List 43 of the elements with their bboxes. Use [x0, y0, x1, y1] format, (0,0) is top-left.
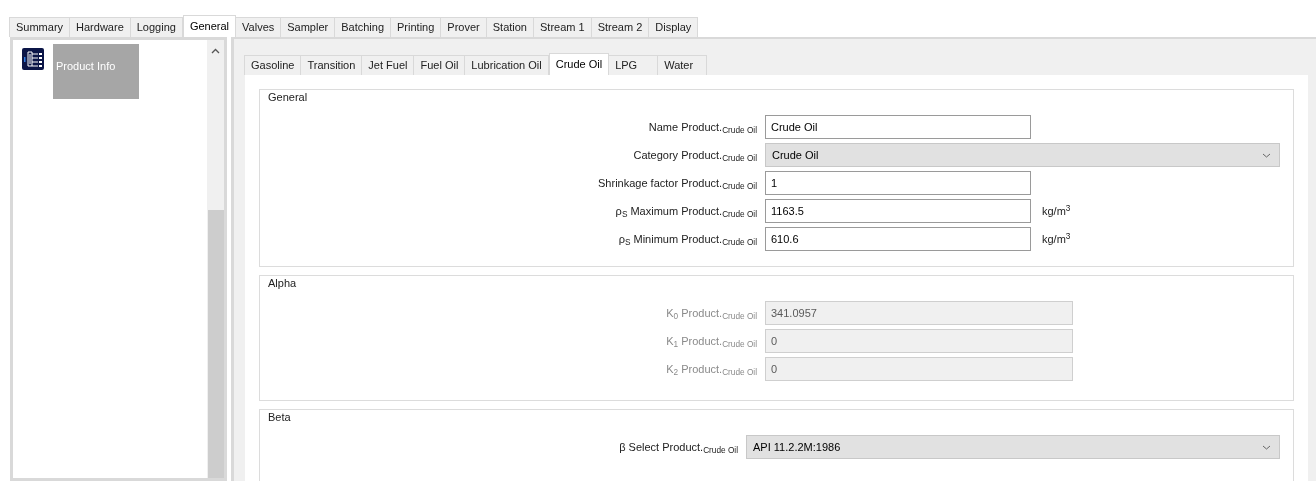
tab[interactable]: Prover [440, 17, 487, 37]
input-field[interactable]: 610.6 [765, 227, 1031, 251]
chevron-down-icon [1262, 152, 1271, 158]
tab[interactable]: Lubrication Oil [464, 55, 549, 75]
field-label: β Select Product.$_{Crude Oil}$ [618, 439, 739, 456]
dropdown[interactable]: Crude Oil [765, 143, 1280, 167]
input-field[interactable]: Crude Oil [765, 115, 1031, 139]
scrollbar-thumb[interactable] [207, 210, 224, 478]
field-label: Name Product.$_{Crude Oil}$ [647, 119, 758, 136]
unit-label: kg/m$^{3}$ [1042, 230, 1071, 247]
tab[interactable]: Valves [235, 17, 282, 37]
field-label: ρ$_{S}$ Minimum Product.$_{Crude Oil}$ [617, 231, 758, 248]
unit-label: kg/m$^{3}$ [1042, 202, 1071, 219]
tab[interactable]: Station [485, 17, 534, 37]
tab[interactable]: Water [657, 55, 708, 75]
chevron-down-icon [1262, 444, 1271, 450]
input-field[interactable]: 1 [765, 171, 1031, 195]
group-title: Beta [268, 410, 292, 425]
tab[interactable]: Display [648, 17, 699, 37]
field-label: Category Product.$_{Crude Oil}$ [632, 147, 758, 164]
scrollbar[interactable] [207, 40, 224, 478]
input-field[interactable]: 1163.5 [765, 199, 1031, 223]
field-label: ρ$_{S}$ Maximum Product.$_{Crude Oil}$ [614, 203, 758, 220]
group-title: General [268, 90, 309, 105]
tab[interactable]: Batching [334, 17, 392, 37]
field-label: K$_{1}$ Product.$_{Crude Oil}$ [665, 333, 758, 350]
tab[interactable]: Stream 2 [590, 17, 650, 37]
tab[interactable]: Summary [9, 17, 71, 37]
tab[interactable]: General [182, 15, 237, 37]
tab[interactable]: Sampler [280, 17, 336, 37]
tab[interactable]: Printing [390, 17, 442, 37]
field-label: Shrinkage factor Product.$_{Crude Oil}$ [597, 175, 758, 192]
tab[interactable]: Gasoline [244, 55, 302, 75]
field-label: K$_{0}$ Product.$_{Crude Oil}$ [665, 305, 758, 322]
tab[interactable]: Logging [129, 17, 183, 37]
tab[interactable]: Hardware [69, 17, 131, 37]
tab[interactable]: Crude Oil [548, 53, 610, 75]
group-title: Alpha [268, 276, 298, 291]
diagram-icon [22, 48, 44, 70]
field-label: K$_{2}$ Product.$_{Crude Oil}$ [665, 361, 758, 378]
tab[interactable]: Stream 1 [533, 17, 592, 37]
chevron-up-icon[interactable] [211, 48, 220, 54]
dropdown[interactable]: API 11.2.2M:1986 [746, 435, 1280, 459]
